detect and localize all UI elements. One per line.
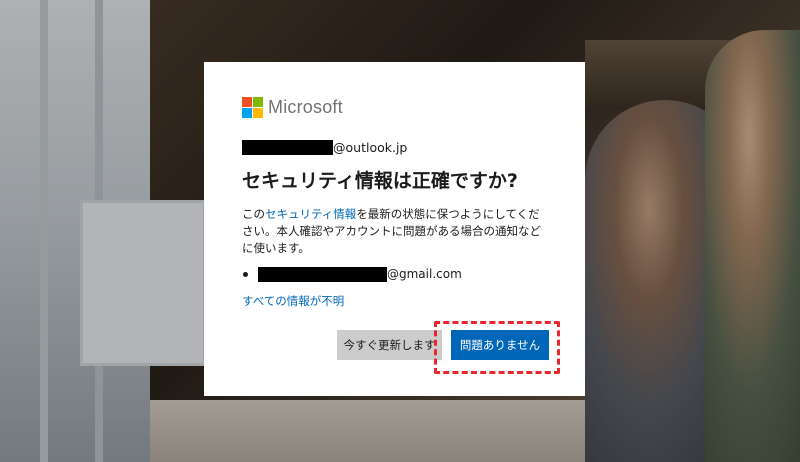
desc-prefix: この	[242, 207, 265, 221]
redacted-username	[242, 139, 333, 155]
brand-name: Microsoft	[268, 96, 343, 117]
bullet-icon	[243, 271, 248, 277]
sign-in-screen: Microsoft @outlook.jp セキュリティ情報は正確ですか? この…	[0, 0, 800, 462]
redacted-email	[258, 266, 387, 282]
account-identifier: @outlook.jp	[242, 138, 549, 156]
dialog-title: セキュリティ情報は正確ですか?	[242, 170, 518, 192]
dialog-description: このセキュリティ情報を最新の状態に保つようにしてください。本人確認やアカウントに…	[242, 206, 549, 257]
microsoft-logo-icon	[242, 96, 263, 118]
microsoft-logo: Microsoft	[242, 96, 549, 118]
highlight-annotation	[434, 321, 560, 374]
update-now-button[interactable]: 今すぐ更新します	[337, 330, 442, 360]
all-info-unknown-link[interactable]: すべての情報が不明	[242, 293, 549, 309]
account-email-suffix: @outlook.jp	[333, 139, 408, 155]
security-info-item: @gmail.com	[242, 266, 549, 282]
security-info-link[interactable]: セキュリティ情報	[265, 207, 356, 221]
security-email-suffix: @gmail.com	[387, 267, 462, 281]
